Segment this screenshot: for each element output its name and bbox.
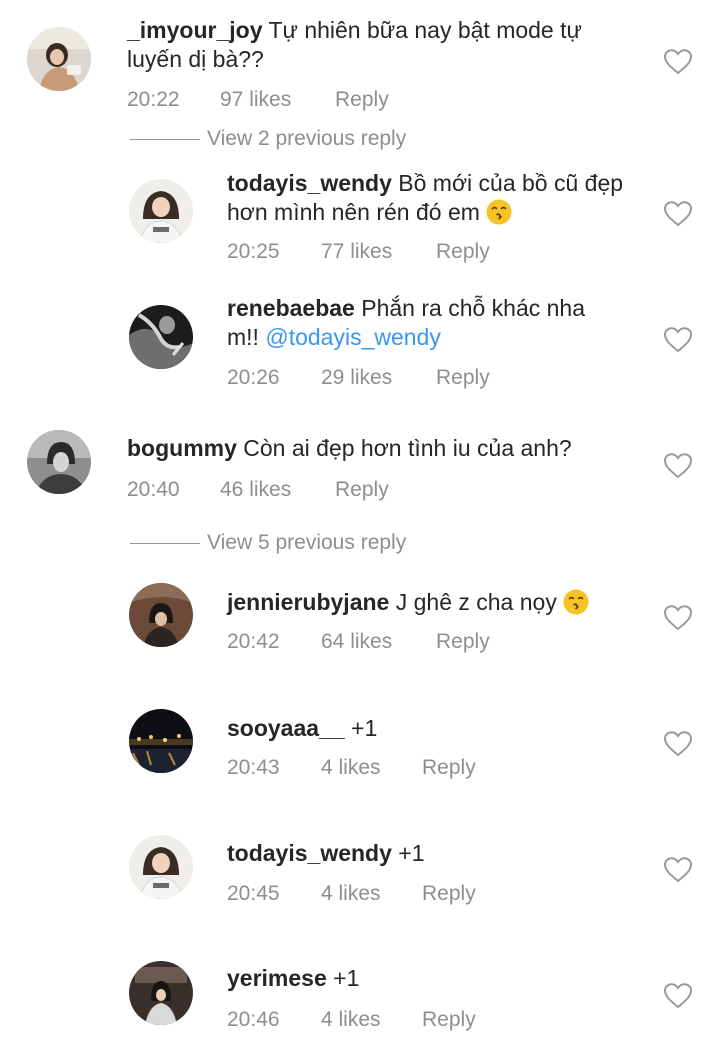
heart-icon[interactable] xyxy=(664,605,692,631)
reply-time: 20:26 xyxy=(227,366,280,389)
reply-username[interactable]: renebaebae xyxy=(227,295,355,321)
reply-likes[interactable]: 4 likes xyxy=(321,755,381,781)
reply-username[interactable]: todayis_wendy xyxy=(227,840,392,866)
reply-likes[interactable]: 29 likes xyxy=(321,365,392,391)
reply-likes[interactable]: 4 likes xyxy=(321,1007,381,1033)
reply-text: todayis_wendy +1 xyxy=(227,839,647,868)
reply-text: sooyaaa__ +1 xyxy=(227,714,647,743)
view-previous-label[interactable]: View 5 previous reply xyxy=(207,530,406,556)
reply-meta: 20:25 77 likes Reply xyxy=(227,239,527,265)
reply-username[interactable]: sooyaaa__ xyxy=(227,715,345,741)
reply-text: todayis_wendy Bồ mới của bồ cũ đẹp hơn m… xyxy=(227,169,647,227)
comment-meta: 20:22 97 likes Reply xyxy=(127,87,427,113)
reply-button[interactable]: Reply xyxy=(436,365,490,391)
view-previous-replies-button[interactable]: View 5 previous reply xyxy=(130,530,450,556)
divider-line xyxy=(130,543,200,544)
reply-meta: 20:26 29 likes Reply xyxy=(227,365,527,391)
avatar[interactable] xyxy=(129,305,193,369)
comment-likes[interactable]: 46 likes xyxy=(220,477,291,503)
reply-likes[interactable]: 64 likes xyxy=(321,629,392,655)
comment-username[interactable]: _imyour_joy xyxy=(127,17,263,43)
reply-time: 20:25 xyxy=(227,240,280,263)
reply-button[interactable]: Reply xyxy=(422,1007,476,1033)
comment-text: bogummy Còn ai đẹp hơn tình iu của anh? xyxy=(127,434,647,463)
reply-body: J ghê z cha nọy xyxy=(395,589,557,615)
view-previous-replies-button[interactable]: View 2 previous reply xyxy=(130,126,450,152)
reply-username[interactable]: jennierubyjane xyxy=(227,589,389,615)
kissing-face-emoji xyxy=(563,589,589,615)
mention-link[interactable]: @todayis_wendy xyxy=(265,324,441,350)
avatar[interactable] xyxy=(129,835,193,899)
avatar[interactable] xyxy=(27,27,91,91)
reply-username[interactable]: yerimese xyxy=(227,965,327,991)
comment-body-line2: luyến dị bà?? xyxy=(127,46,264,72)
reply-body: Phắn ra chỗ khác nha xyxy=(361,295,586,321)
reply-button[interactable]: Reply xyxy=(335,477,389,503)
heart-icon[interactable] xyxy=(664,49,692,75)
reply-time: 20:43 xyxy=(227,756,280,779)
heart-icon[interactable] xyxy=(664,327,692,353)
reply-body: +1 xyxy=(351,715,378,741)
comment-username[interactable]: bogummy xyxy=(127,435,237,461)
reply-text: renebaebae Phắn ra chỗ khác nha m!! @tod… xyxy=(227,294,647,352)
avatar[interactable] xyxy=(129,709,193,773)
reply-meta: 20:45 4 likes Reply xyxy=(227,881,527,907)
reply-body: +1 xyxy=(398,840,425,866)
avatar[interactable] xyxy=(27,430,91,494)
reply-body-line2: m!! xyxy=(227,324,259,350)
comment-body: Tự nhiên bữa nay bật mode tự xyxy=(268,17,582,43)
kissing-face-emoji xyxy=(486,199,512,225)
avatar[interactable] xyxy=(129,179,193,243)
reply-meta: 20:42 64 likes Reply xyxy=(227,629,527,655)
reply-username[interactable]: todayis_wendy xyxy=(227,170,392,196)
reply-body: Bồ mới của bồ cũ đẹp xyxy=(398,170,624,196)
heart-icon[interactable] xyxy=(664,983,692,1009)
reply-time: 20:42 xyxy=(227,630,280,653)
comment-body: Còn ai đẹp hơn tình iu của anh? xyxy=(243,435,572,461)
reply-body-line2: hơn mình nên rén đó em xyxy=(227,199,480,225)
reply-time: 20:46 xyxy=(227,1008,280,1031)
heart-icon[interactable] xyxy=(664,453,692,479)
avatar[interactable] xyxy=(129,961,193,1025)
reply-text: jennierubyjane J ghê z cha nọy xyxy=(227,588,647,617)
reply-meta: 20:46 4 likes Reply xyxy=(227,1007,527,1033)
comment-time: 20:40 xyxy=(127,478,180,501)
reply-meta: 20:43 4 likes Reply xyxy=(227,755,527,781)
reply-button[interactable]: Reply xyxy=(422,881,476,907)
reply-text: yerimese +1 xyxy=(227,964,647,993)
reply-button[interactable]: Reply xyxy=(436,629,490,655)
reply-likes[interactable]: 77 likes xyxy=(321,239,392,265)
divider-line xyxy=(130,139,200,140)
heart-icon[interactable] xyxy=(664,731,692,757)
reply-body: +1 xyxy=(333,965,360,991)
view-previous-label[interactable]: View 2 previous reply xyxy=(207,126,406,152)
heart-icon[interactable] xyxy=(664,201,692,227)
reply-likes[interactable]: 4 likes xyxy=(321,881,381,907)
heart-icon[interactable] xyxy=(664,857,692,883)
comment-meta: 20:40 46 likes Reply xyxy=(127,477,427,503)
comment-likes[interactable]: 97 likes xyxy=(220,87,291,113)
reply-button[interactable]: Reply xyxy=(335,87,389,113)
comment-text: _imyour_joy Tự nhiên bữa nay bật mode tự… xyxy=(127,16,647,74)
reply-time: 20:45 xyxy=(227,882,280,905)
comment-time: 20:22 xyxy=(127,88,180,111)
reply-button[interactable]: Reply xyxy=(422,755,476,781)
avatar[interactable] xyxy=(129,583,193,647)
reply-button[interactable]: Reply xyxy=(436,239,490,265)
